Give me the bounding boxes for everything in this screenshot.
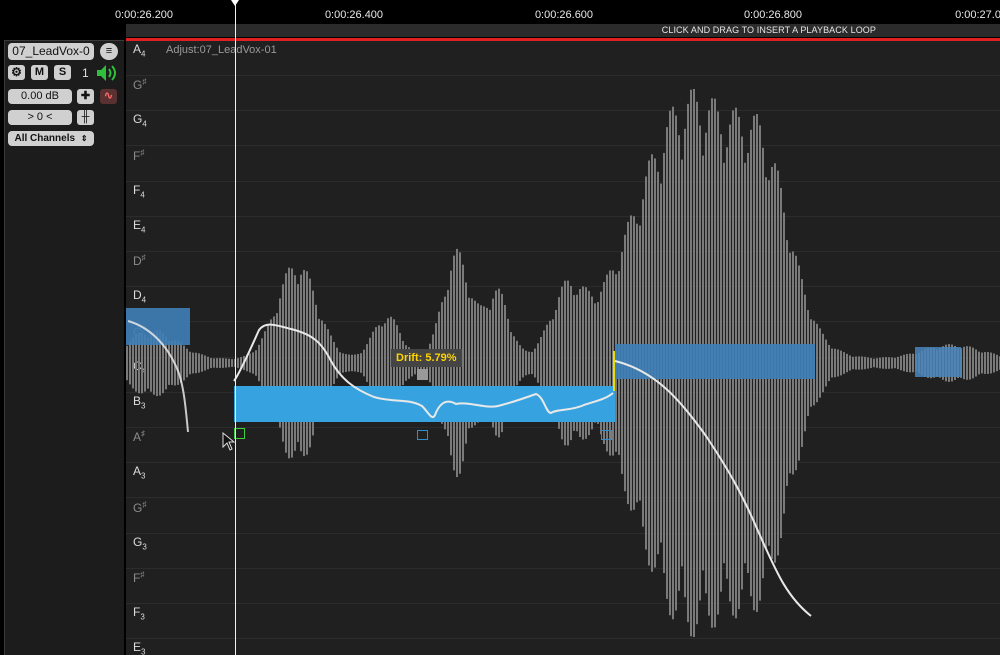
speaker-icon[interactable]: [95, 63, 119, 88]
pan-slider-button[interactable]: ╫: [77, 110, 94, 125]
ruler-tick: 0:00:26.600: [534, 9, 594, 21]
pan-field[interactable]: > 0 <: [8, 110, 72, 125]
ruler-tick: 0:00:27.0: [955, 9, 1000, 21]
edge-marker[interactable]: [613, 351, 615, 391]
track-name-field[interactable]: 07_LeadVox-0: [8, 43, 94, 60]
settings-button[interactable]: ⚙: [8, 65, 25, 80]
note-handle[interactable]: [417, 430, 428, 440]
waveform-button[interactable]: ∿: [100, 89, 117, 104]
gear-icon: ⚙: [11, 65, 22, 79]
channels-select[interactable]: All Channels ⇕: [8, 131, 94, 146]
note-handle[interactable]: [601, 430, 612, 440]
mouse-pointer-icon: [222, 432, 236, 451]
loop-hint: CLICK AND DRAG TO INSERT A PLAYBACK LOOP: [661, 25, 876, 35]
solo-button[interactable]: S: [54, 65, 71, 80]
ruler-tick: 0:00:26.400: [324, 9, 384, 21]
drift-tooltip: Drift: 5.79%: [391, 349, 462, 367]
pan-slider-icon: ╫: [81, 111, 90, 123]
pitch-editor[interactable]: A4G♯G4F♯F4E4D♯D4C♯C4B3A♯A3G♯G3F♯F3E3 Adj…: [126, 41, 1000, 655]
menu-icon: ≡: [105, 45, 113, 57]
chevron-updown-icon: ⇕: [80, 134, 88, 143]
playback-loop-bar[interactable]: CLICK AND DRAG TO INSERT A PLAYBACK LOOP: [126, 24, 1000, 37]
ruler-tick: 0:00:26.800: [743, 9, 803, 21]
mute-button[interactable]: M: [31, 65, 48, 80]
gain-slider-button[interactable]: ✚: [77, 89, 94, 104]
pitch-curve: [127, 320, 812, 617]
drift-handle[interactable]: [417, 369, 428, 380]
track-panel: 07_LeadVox-0 ≡ ⚙ M S 1 0.00 dB ✚ ∿ > 0 <…: [0, 24, 124, 655]
waveform-icon: ∿: [103, 90, 114, 102]
ruler-tick: 0:00:26.200: [114, 9, 174, 21]
track-number: 1: [82, 66, 89, 80]
gain-field[interactable]: 0.00 dB: [8, 89, 72, 104]
slider-icon: ✚: [80, 90, 91, 102]
timeline-ruler[interactable]: 0:00:26.200 0:00:26.400 0:00:26.600 0:00…: [0, 0, 1000, 24]
track-controls: 07_LeadVox-0 ≡ ⚙ M S 1 0.00 dB ✚ ∿ > 0 <…: [4, 40, 124, 655]
track-menu-button[interactable]: ≡: [100, 43, 118, 60]
playhead[interactable]: [235, 0, 236, 655]
playhead-marker[interactable]: [231, 0, 239, 6]
